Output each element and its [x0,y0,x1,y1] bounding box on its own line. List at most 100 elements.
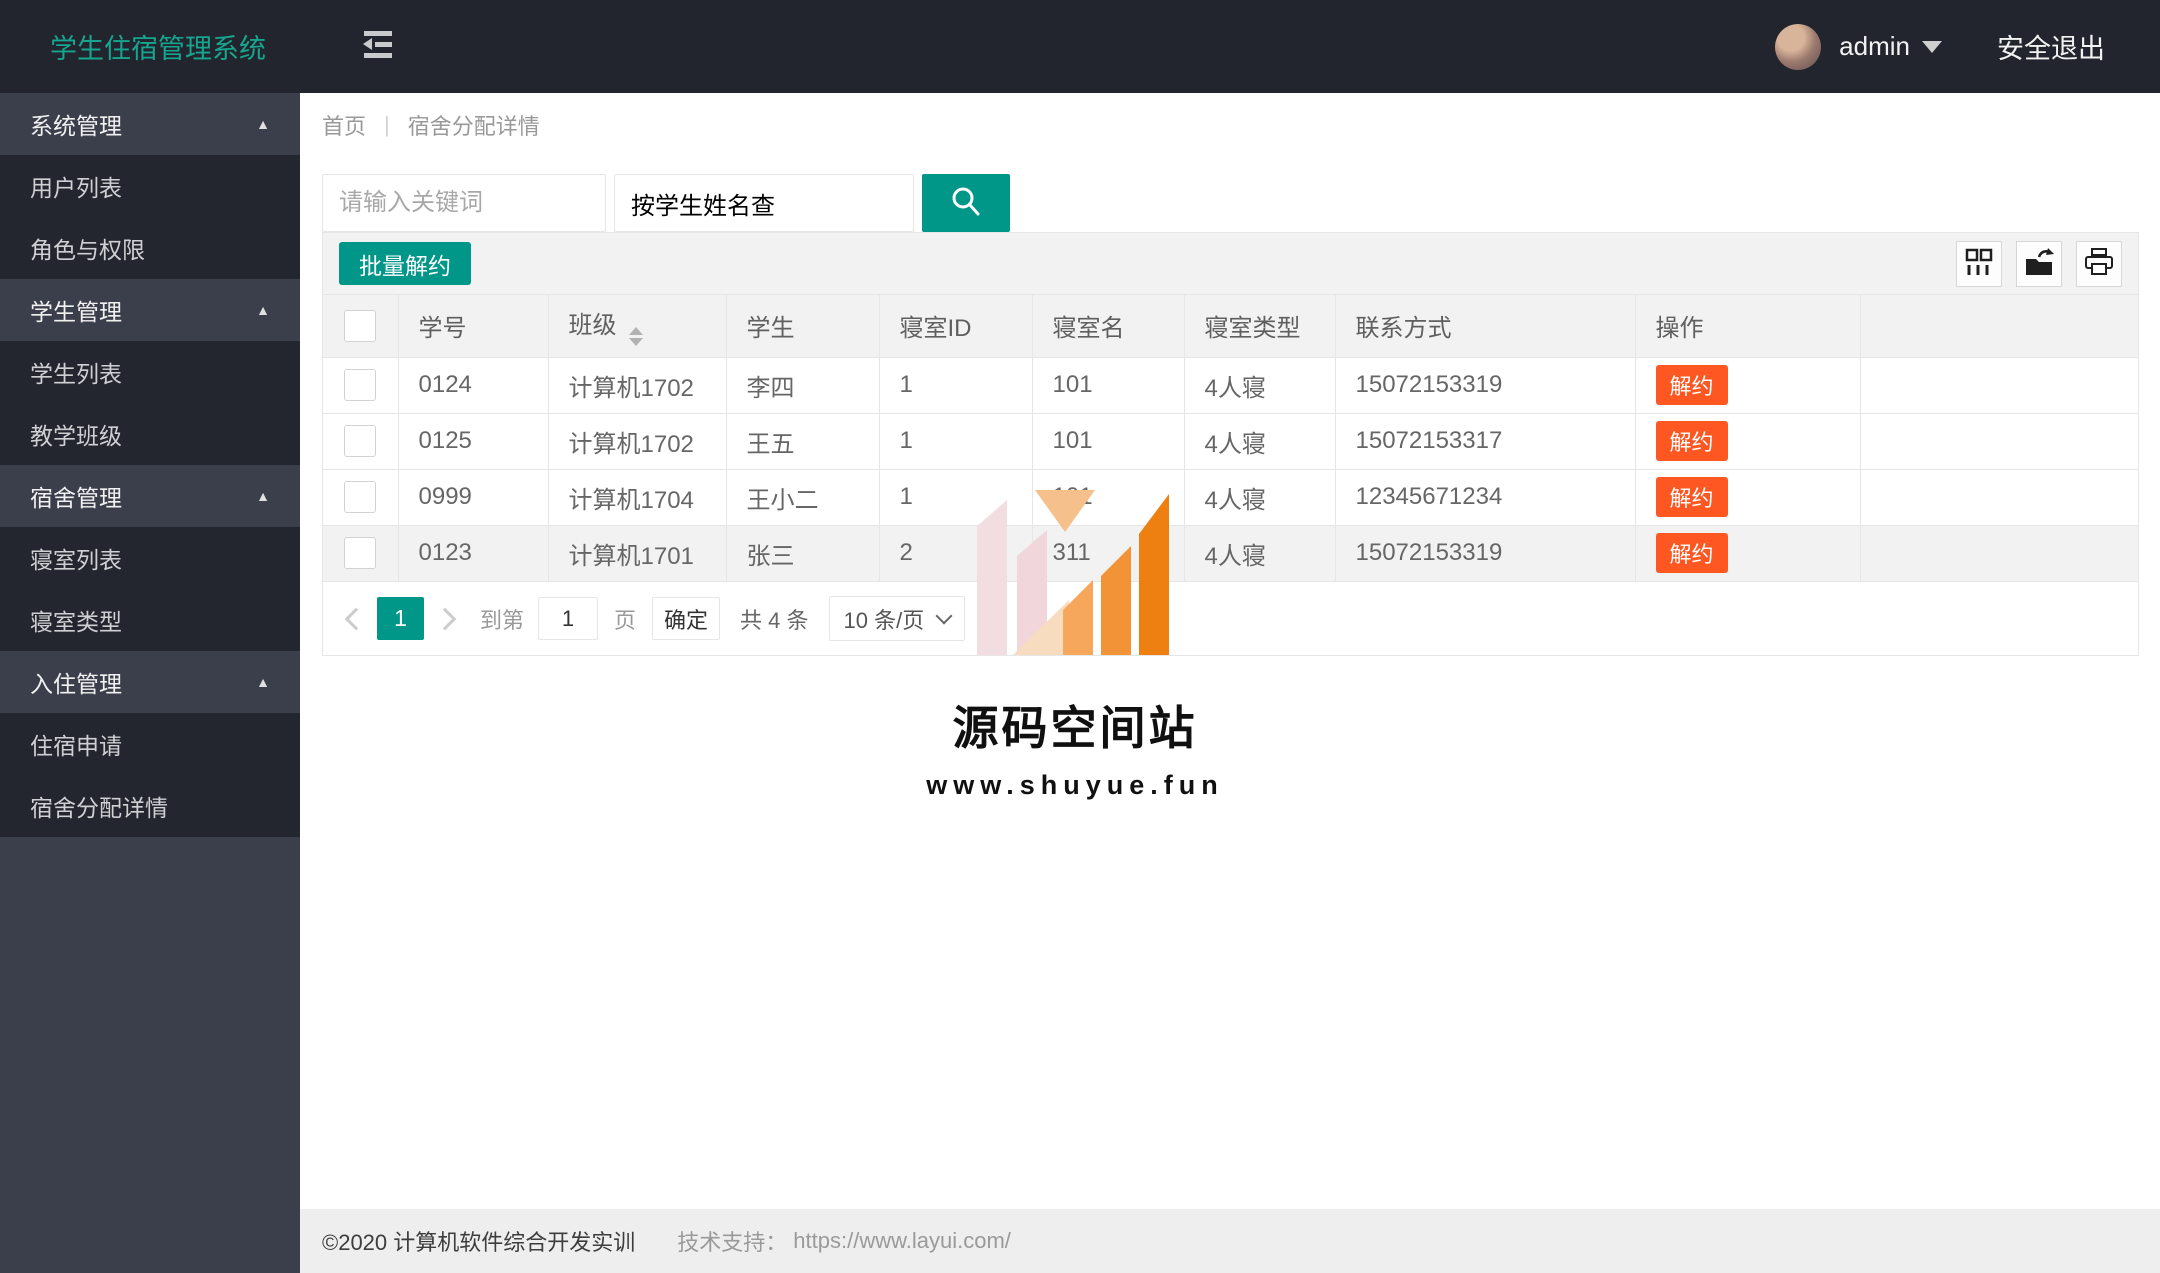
cell-student: 王五 [726,413,880,469]
sidebar-item-room-types[interactable]: 寝室类型 [0,589,300,651]
footer-support-link[interactable]: https://www.layui.com/ [793,1228,1011,1254]
cell-student: 李四 [726,357,880,413]
filler-cell [1860,525,2138,581]
table-row: 0123 计算机1701 张三 2 311 4人寝 15072153319 解约 [323,525,2138,581]
column-header-filler [1860,295,2138,357]
column-header-checkbox[interactable] [323,295,399,357]
page-size-select[interactable]: 10 条/页 [828,596,966,641]
cell-room-type: 4人寝 [1184,469,1336,525]
column-label: 班级 [568,312,617,340]
sidebar-item-accommodation-application[interactable]: 住宿申请 [0,713,300,775]
column-header-action: 操作 [1635,295,1861,357]
sidebar-item-label: 学生管理 [30,299,122,325]
print-icon [2084,248,2114,279]
sidebar-item-label: 宿舍分配详情 [30,795,168,821]
checkbox-cell [323,357,399,413]
select-all-checkbox[interactable] [344,309,377,342]
sidebar-item-student-list[interactable]: 学生列表 [0,341,300,403]
cell-class: 计算机1702 [548,357,727,413]
breadcrumb-separator: | [384,112,390,137]
keyword-input[interactable] [322,174,606,232]
columns-filter-button[interactable] [1956,240,2002,287]
confirm-page-button[interactable]: 确定 [652,597,721,640]
page-number-input[interactable] [538,597,599,640]
student-name-input[interactable] [614,174,914,232]
cell-student-id: 0999 [398,469,549,525]
sidebar-item-room-list[interactable]: 寝室列表 [0,527,300,589]
collapse-sidebar-button[interactable] [358,29,396,64]
column-label: 学号 [418,315,467,343]
filler-cell [1860,357,2138,413]
cell-room-name: 101 [1032,469,1185,525]
logout-button[interactable]: 安全退出 [1997,27,2105,66]
cell-contact: 15072153319 [1335,525,1636,581]
next-page-button[interactable] [428,607,462,630]
column-header-room-type: 寝室类型 [1184,295,1336,357]
breadcrumb-home[interactable]: 首页 [322,109,366,141]
main-content: 首页 | 宿舍分配详情 批量解约 [300,93,2160,1273]
total-count: 共 4 条 [740,607,809,633]
chevron-down-icon[interactable] [1922,40,1942,53]
row-checkbox[interactable] [344,537,377,570]
column-header-room-name: 寝室名 [1032,295,1185,357]
table-row: 0124 计算机1702 李四 1 101 4人寝 15072153319 解约 [323,357,2138,413]
sort-icon[interactable] [628,327,643,347]
action-cell: 解约 [1635,525,1861,581]
batch-terminate-button[interactable]: 批量解约 [339,242,471,285]
print-button[interactable] [2076,240,2122,287]
username[interactable]: admin [1839,31,1910,62]
search-icon [949,185,983,222]
checkbox-cell [323,413,399,469]
avatar[interactable] [1775,23,1822,70]
sidebar-section-checkin[interactable]: 入住管理 ▲ [0,651,300,713]
cell-class: 计算机1702 [548,413,727,469]
prev-page-button[interactable] [339,607,373,630]
breadcrumb: 首页 | 宿舍分配详情 [322,109,540,141]
sidebar-section-system[interactable]: 系统管理 ▲ [0,93,300,155]
cell-room-id: 1 [879,413,1033,469]
sidebar-item-label: 住宿申请 [30,733,122,759]
chevron-up-icon: ▲ [256,674,270,690]
cell-room-name: 311 [1032,525,1185,581]
page-unit-label: 页 [614,607,637,633]
cell-room-type: 4人寝 [1184,357,1336,413]
sidebar-item-dorm-allocation-details[interactable]: 宿舍分配详情 [0,775,300,837]
column-label: 学生 [746,315,795,343]
sidebar-item-user-list[interactable]: 用户列表 [0,155,300,217]
sidebar-item-label: 寝室类型 [30,609,122,635]
column-header-student-id: 学号 [398,295,549,357]
cell-room-name: 101 [1032,357,1185,413]
sidebar-item-roles-permissions[interactable]: 角色与权限 [0,217,300,279]
chevron-up-icon: ▲ [256,488,270,504]
cell-student: 张三 [726,525,880,581]
sidebar-nav: 系统管理 ▲ 用户列表 角色与权限 学生管理 ▲ 学生列表 教学班级 宿舍管理 ▲ 寝室列表 寝室类型… [0,93,300,1273]
cell-room-id: 2 [879,525,1033,581]
column-label: 联系方式 [1355,315,1452,343]
action-cell: 解约 [1635,469,1861,525]
sidebar-section-dormitory[interactable]: 宿舍管理 ▲ [0,465,300,527]
cell-student-id: 0125 [398,413,549,469]
data-table: 学号 班级 学生 寝室ID 寝室名 寝室类型 联系方式 操作 0124 计算机1702 李四 1 10… [322,294,2139,582]
cell-room-name: 101 [1032,413,1185,469]
topbar-right: admin 安全退出 [1775,23,2160,70]
sidebar-item-teaching-classes[interactable]: 教学班级 [0,403,300,465]
row-checkbox[interactable] [344,369,377,401]
cell-room-type: 4人寝 [1184,413,1336,469]
column-header-student: 学生 [726,295,880,357]
terminate-button[interactable]: 解约 [1655,421,1728,461]
chevron-up-icon: ▲ [256,116,270,132]
footer-support-label: 技术支持： [677,1230,788,1255]
terminate-button[interactable]: 解约 [1655,533,1728,574]
cell-class: 计算机1701 [548,525,727,581]
export-button[interactable] [2016,240,2062,287]
sidebar-section-students[interactable]: 学生管理 ▲ [0,279,300,341]
column-header-room-id: 寝室ID [879,295,1033,357]
row-checkbox[interactable] [344,481,377,513]
search-button[interactable] [922,174,1010,232]
terminate-button[interactable]: 解约 [1655,365,1728,405]
action-cell: 解约 [1635,357,1861,413]
current-page[interactable]: 1 [377,597,424,640]
watermark-title: 源码空间站 [952,702,1198,754]
row-checkbox[interactable] [344,425,377,457]
terminate-button[interactable]: 解约 [1655,477,1728,517]
